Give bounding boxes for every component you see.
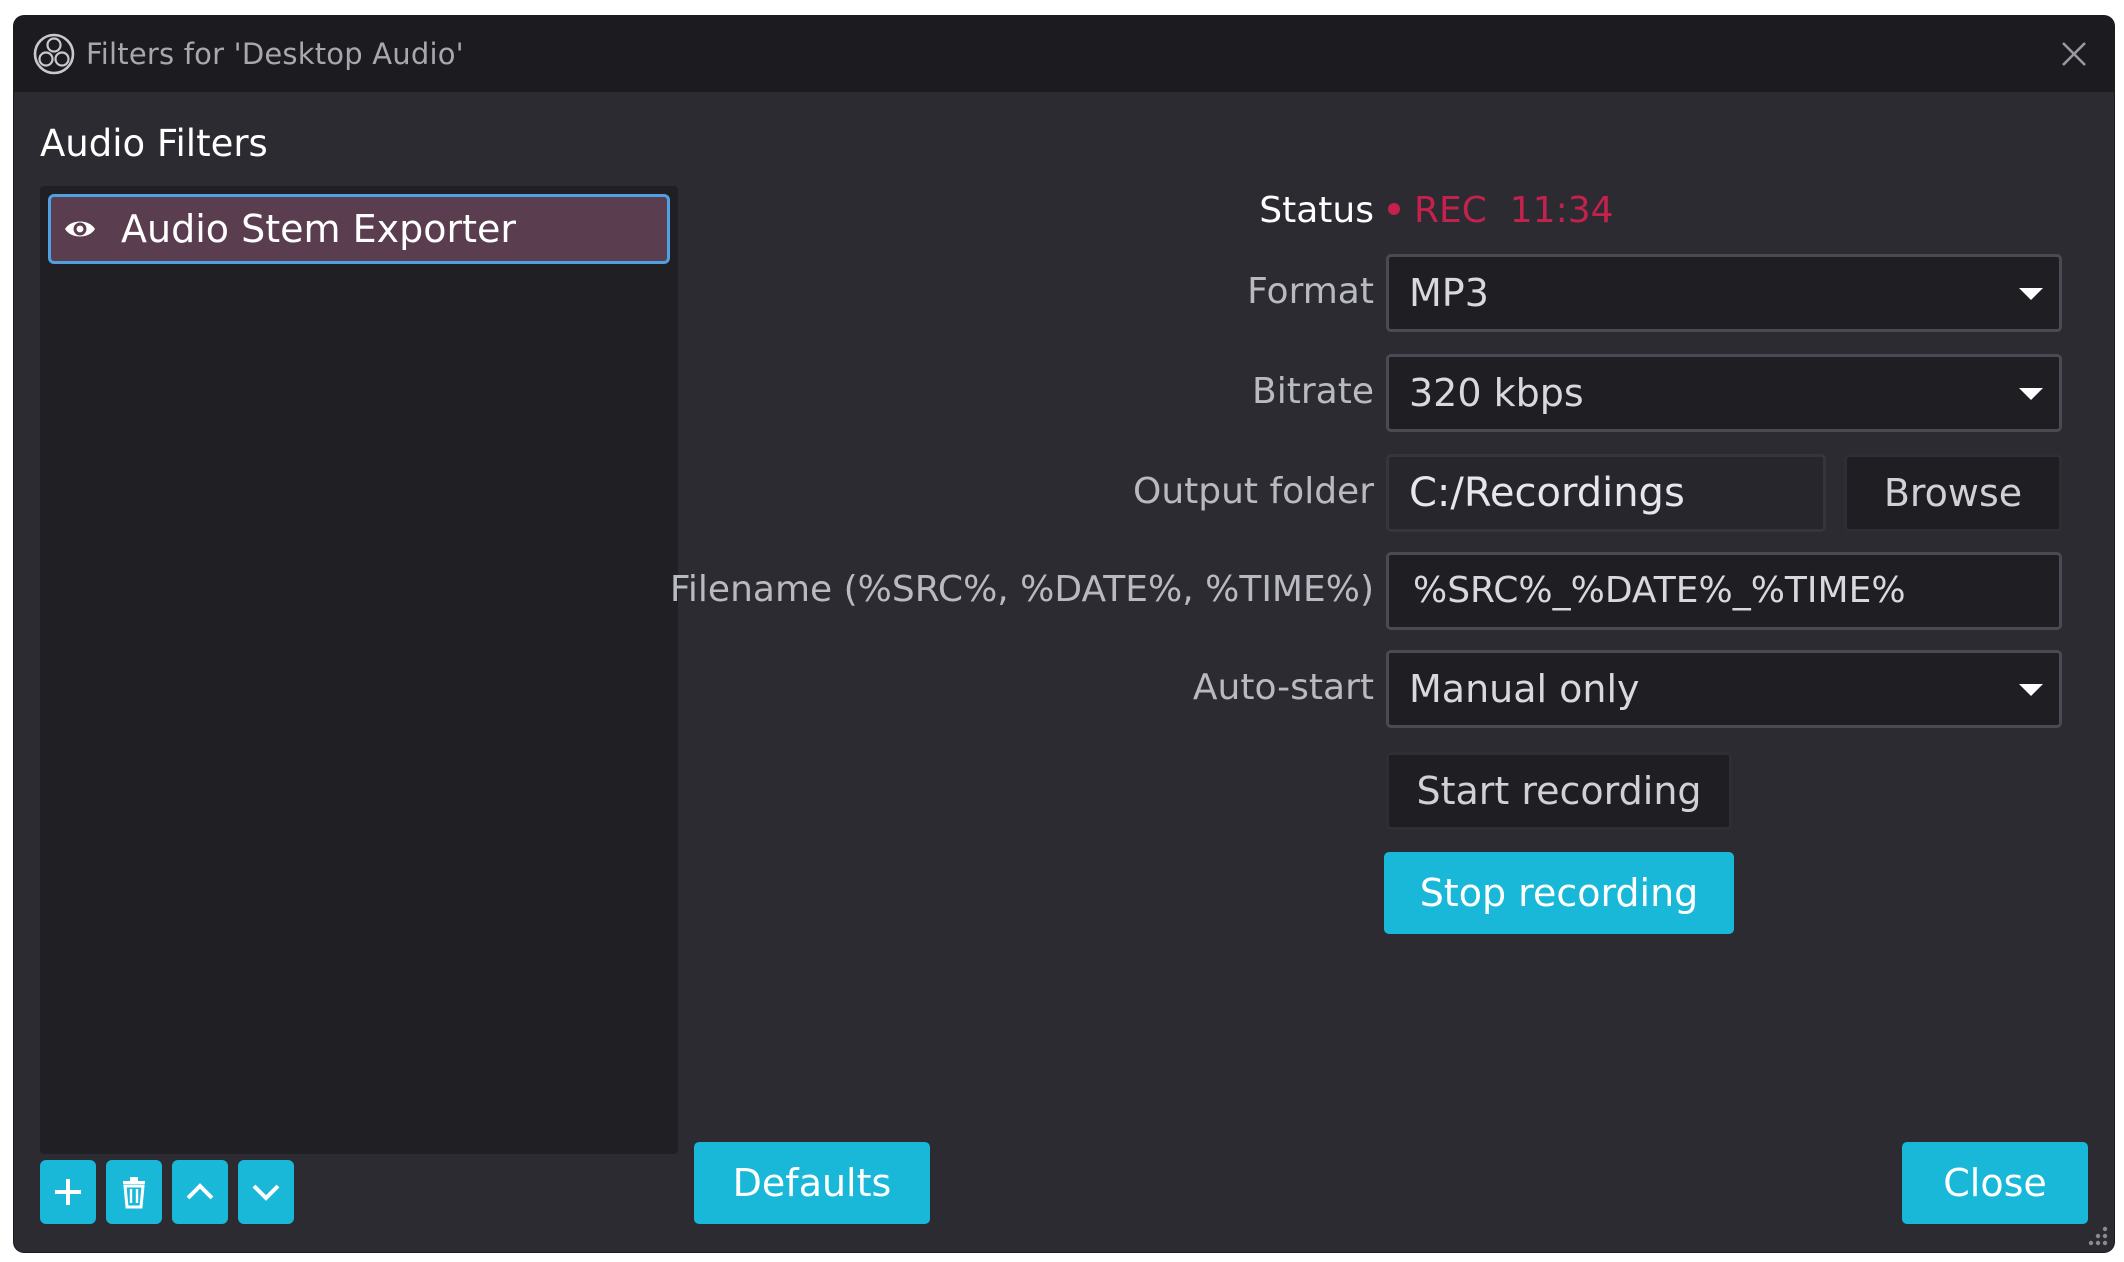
browse-button[interactable]: Browse: [1844, 454, 2062, 532]
chevron-down-icon: [252, 1184, 280, 1201]
dropdown-arrow-icon: [2019, 388, 2043, 400]
output-folder-field[interactable]: C:/Recordings: [1386, 454, 1826, 532]
chevron-up-icon: [186, 1183, 214, 1200]
format-label: Format: [1247, 271, 1374, 312]
filter-list[interactable]: Audio Stem Exporter: [40, 186, 678, 1154]
auto-start-select[interactable]: Manual only: [1386, 650, 2062, 728]
filename-label: Filename (%SRC%, %DATE%, %TIME%): [669, 569, 1374, 610]
close-button[interactable]: Close: [1902, 1142, 2088, 1224]
eye-icon[interactable]: [63, 213, 97, 245]
start-recording-button[interactable]: Start recording: [1386, 752, 1732, 830]
auto-start-value: Manual only: [1409, 667, 1640, 711]
filename-value: %SRC%_%DATE%_%TIME%: [1413, 570, 1906, 611]
dropdown-arrow-icon: [2019, 684, 2043, 696]
defaults-button[interactable]: Defaults: [694, 1142, 930, 1224]
status-value: REC 11:34: [1414, 190, 1614, 231]
close-icon[interactable]: [2054, 34, 2094, 74]
bitrate-value: 320 kbps: [1409, 371, 1584, 415]
filter-name: Audio Stem Exporter: [121, 207, 516, 251]
output-folder-label: Output folder: [1133, 471, 1374, 512]
remove-filter-button[interactable]: [106, 1160, 162, 1224]
auto-start-label: Auto-start: [1192, 667, 1374, 708]
move-filter-up-button[interactable]: [172, 1160, 228, 1224]
status-label: Status: [1259, 190, 1374, 231]
title-bar[interactable]: Filters for 'Desktop Audio': [14, 16, 2114, 92]
window-title: Filters for 'Desktop Audio': [86, 37, 464, 71]
bitrate-label: Bitrate: [1252, 371, 1374, 412]
audio-filters-heading: Audio Filters: [40, 122, 268, 165]
resize-grip-icon[interactable]: [2084, 1222, 2110, 1248]
format-select[interactable]: MP3: [1386, 254, 2062, 332]
output-folder-value: C:/Recordings: [1409, 470, 1685, 516]
obs-logo-icon: [33, 33, 75, 75]
trash-icon: [123, 1177, 145, 1209]
status-badge: REC 11:34: [1388, 190, 1614, 231]
dropdown-arrow-icon: [2019, 288, 2043, 300]
stop-recording-button[interactable]: Stop recording: [1384, 852, 1734, 934]
filter-item-audio-stem-exporter[interactable]: Audio Stem Exporter: [48, 194, 670, 264]
bitrate-select[interactable]: 320 kbps: [1386, 354, 2062, 432]
add-filter-button[interactable]: [40, 1160, 96, 1224]
filters-window: Filters for 'Desktop Audio' Audio Filter…: [14, 16, 2114, 1252]
format-value: MP3: [1409, 271, 1489, 315]
add-icon: [55, 1179, 81, 1205]
filename-input[interactable]: %SRC%_%DATE%_%TIME%: [1386, 552, 2062, 630]
rec-dot-icon: [1388, 203, 1400, 215]
move-filter-down-button[interactable]: [238, 1160, 294, 1224]
